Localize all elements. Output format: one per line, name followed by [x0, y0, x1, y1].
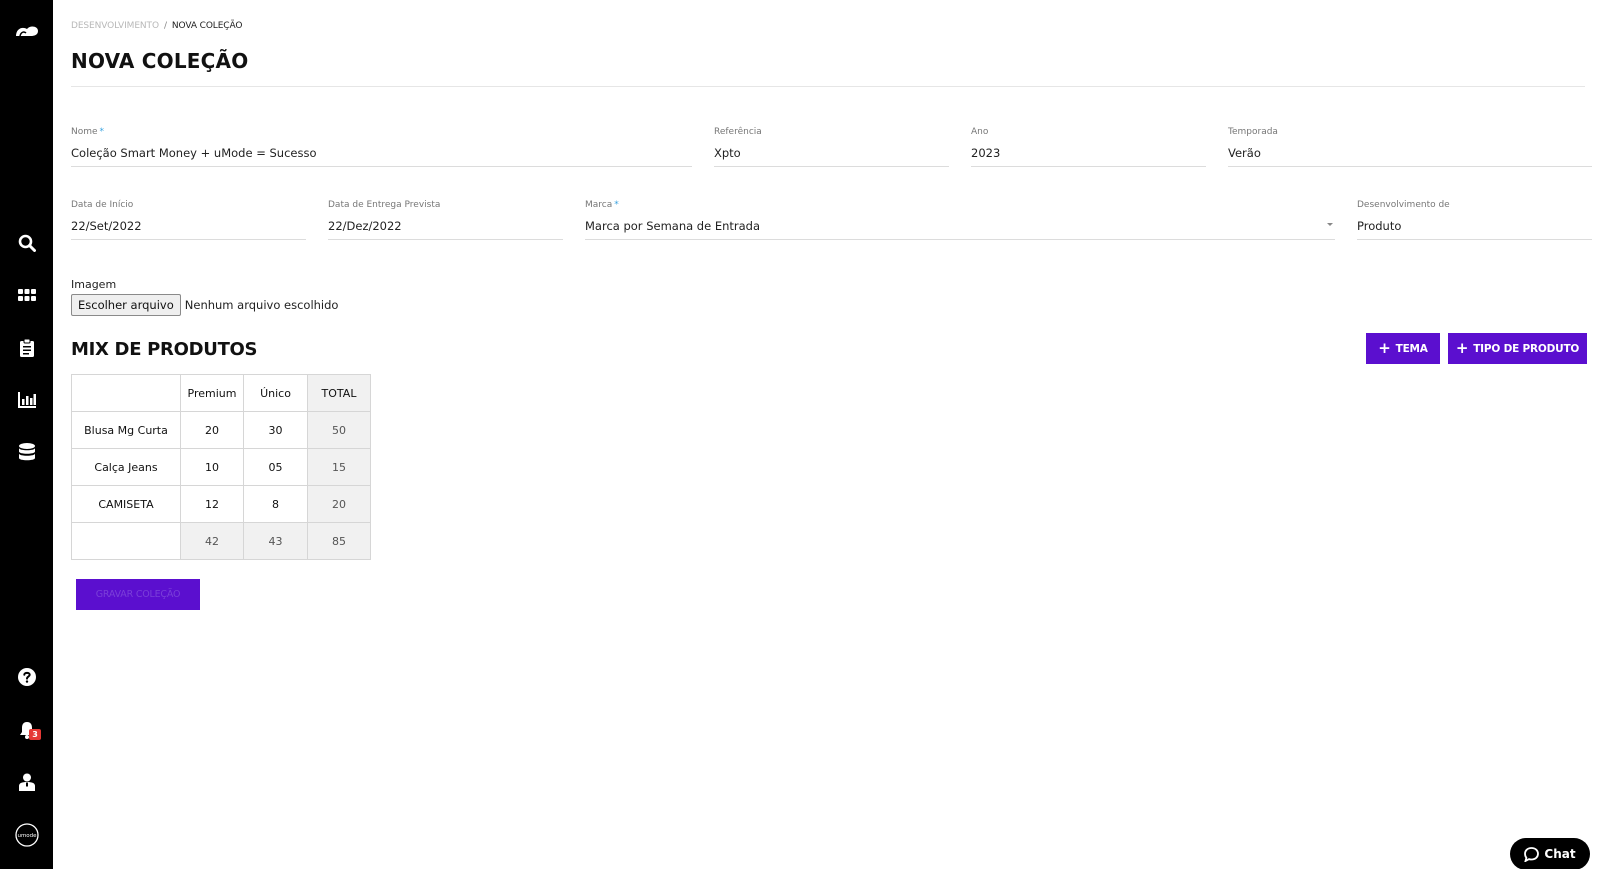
quantity-cell[interactable]: 30 [243, 411, 308, 449]
umode-icon[interactable]: umode [0, 820, 53, 850]
nome-input[interactable]: Coleção Smart Money + uMode = Sucesso [71, 146, 692, 166]
mix-title: MIX DE PRODUTOS [71, 339, 258, 360]
quantity-cell[interactable]: 05 [243, 448, 308, 486]
nome-field[interactable]: Nome * Coleção Smart Money + uMode = Suce… [71, 127, 692, 167]
chat-icon [1524, 846, 1540, 862]
file-status: Nenhum arquivo escolhido [184, 298, 339, 312]
notification-badge: 3 [29, 729, 41, 740]
row-total-cell: 50 [307, 411, 371, 449]
column-total-cell: 43 [243, 522, 308, 560]
save-collection-button[interactable]: GRAVAR COLEÇÃO [76, 579, 200, 610]
breadcrumb-separator: / [163, 21, 167, 31]
plus-icon: + [1378, 339, 1391, 357]
main-content: DESENVOLVIMENTO / NOVA COLEÇÃO NOVA COLEÇÃ… [71, 0, 1600, 869]
row-total-cell: 15 [307, 448, 371, 486]
add-tipo-label: TIPO DE PRODUTO [1473, 342, 1580, 355]
chat-button[interactable]: Chat [1510, 838, 1590, 869]
title-divider [71, 86, 1585, 87]
table-totals-row: 42 43 85 [71, 522, 371, 560]
marca-selected-value[interactable]: Marca por Semana de Entrada [585, 219, 1335, 239]
marca-select[interactable]: Marca * Marca por Semana de Entrada [585, 200, 1335, 240]
data-entrega-input[interactable]: 22/Dez/2022 [328, 219, 563, 239]
sidebar: 3 umode [0, 0, 53, 869]
table-row: Calça Jeans 10 05 15 [71, 448, 371, 486]
product-name-cell[interactable]: CAMISETA [71, 485, 181, 523]
search-icon[interactable] [0, 228, 53, 258]
nome-required-mark: * [99, 127, 105, 137]
data-entrega-field[interactable]: Data de Entrega Prevista 22/Dez/2022 [328, 200, 563, 240]
breadcrumb-parent[interactable]: DESENVOLVIMENTO [71, 21, 159, 31]
table-header-cell: Premium [180, 374, 244, 412]
temporada-field[interactable]: Temporada Verão [1228, 127, 1592, 167]
desenvolvimento-field[interactable]: Desenvolvimento de Produto [1357, 200, 1592, 240]
table-header-cell [71, 374, 181, 412]
user-icon[interactable] [0, 767, 53, 797]
quantity-cell[interactable]: 12 [180, 485, 244, 523]
table-header-cell: Único [243, 374, 308, 412]
referencia-input[interactable]: Xpto [714, 146, 949, 166]
plus-icon: + [1455, 339, 1469, 357]
table-header-cell: TOTAL [307, 374, 371, 412]
table-row: Blusa Mg Curta 20 30 50 [71, 411, 371, 449]
referencia-field[interactable]: Referência Xpto [714, 127, 949, 167]
data-inicio-label: Data de Início [71, 200, 134, 210]
add-tema-button[interactable]: + TEMA [1366, 333, 1440, 364]
chat-label: Chat [1544, 847, 1576, 861]
choose-file-button[interactable]: Escolher arquivo [71, 294, 181, 316]
nome-label: Nome * [71, 127, 105, 137]
breadcrumb-current: NOVA COLEÇÃO [171, 21, 243, 31]
add-tema-label: TEMA [1395, 342, 1428, 355]
quantity-cell[interactable]: 10 [180, 448, 244, 486]
quantity-cell[interactable]: 8 [243, 485, 308, 523]
ano-label: Ano [971, 127, 989, 137]
add-tipo-produto-button[interactable]: + TIPO DE PRODUTO [1448, 333, 1587, 364]
logo-icon[interactable] [0, 16, 53, 46]
mix-table: Premium Único TOTAL Blusa Mg Curta 20 30… [71, 374, 371, 560]
referencia-label: Referência [714, 127, 762, 137]
grand-total-cell: 85 [307, 522, 371, 560]
data-inicio-input[interactable]: 22/Set/2022 [71, 219, 306, 239]
row-total-cell: 20 [307, 485, 371, 523]
svg-text:umode: umode [17, 833, 37, 839]
ano-field[interactable]: Ano 2023 [971, 127, 1206, 167]
bell-icon[interactable]: 3 [0, 715, 53, 745]
help-icon[interactable] [0, 662, 53, 692]
caret-down-icon[interactable] [1327, 223, 1333, 226]
table-header-row: Premium Único TOTAL [71, 374, 371, 412]
page-title: NOVA COLEÇÃO [71, 49, 249, 73]
column-total-cell: 42 [180, 522, 244, 560]
product-name-cell[interactable]: Blusa Mg Curta [71, 411, 181, 449]
marca-required-mark: * [614, 200, 619, 210]
totals-label-cell [71, 522, 181, 560]
temporada-input[interactable]: Verão [1228, 146, 1592, 166]
breadcrumb: DESENVOLVIMENTO / NOVA COLEÇÃO [71, 21, 242, 31]
clipboard-icon[interactable] [0, 333, 53, 363]
desenvolvimento-input[interactable]: Produto [1357, 219, 1592, 239]
data-entrega-label: Data de Entrega Prevista [328, 200, 441, 210]
database-icon[interactable] [0, 437, 53, 467]
quantity-cell[interactable]: 20 [180, 411, 244, 449]
imagem-label: Imagem [71, 278, 117, 291]
table-row: CAMISETA 12 8 20 [71, 485, 371, 523]
data-inicio-field[interactable]: Data de Início 22/Set/2022 [71, 200, 306, 240]
temporada-label: Temporada [1228, 127, 1278, 137]
marca-label: Marca * [585, 200, 619, 210]
desenvolvimento-label: Desenvolvimento de [1357, 200, 1450, 210]
product-name-cell[interactable]: Calça Jeans [71, 448, 181, 486]
ano-input[interactable]: 2023 [971, 146, 1206, 166]
imagem-file-input[interactable]: Escolher arquivo Nenhum arquivo escolhid… [71, 294, 338, 316]
chart-icon[interactable] [0, 385, 53, 415]
grid-icon[interactable] [0, 280, 53, 310]
